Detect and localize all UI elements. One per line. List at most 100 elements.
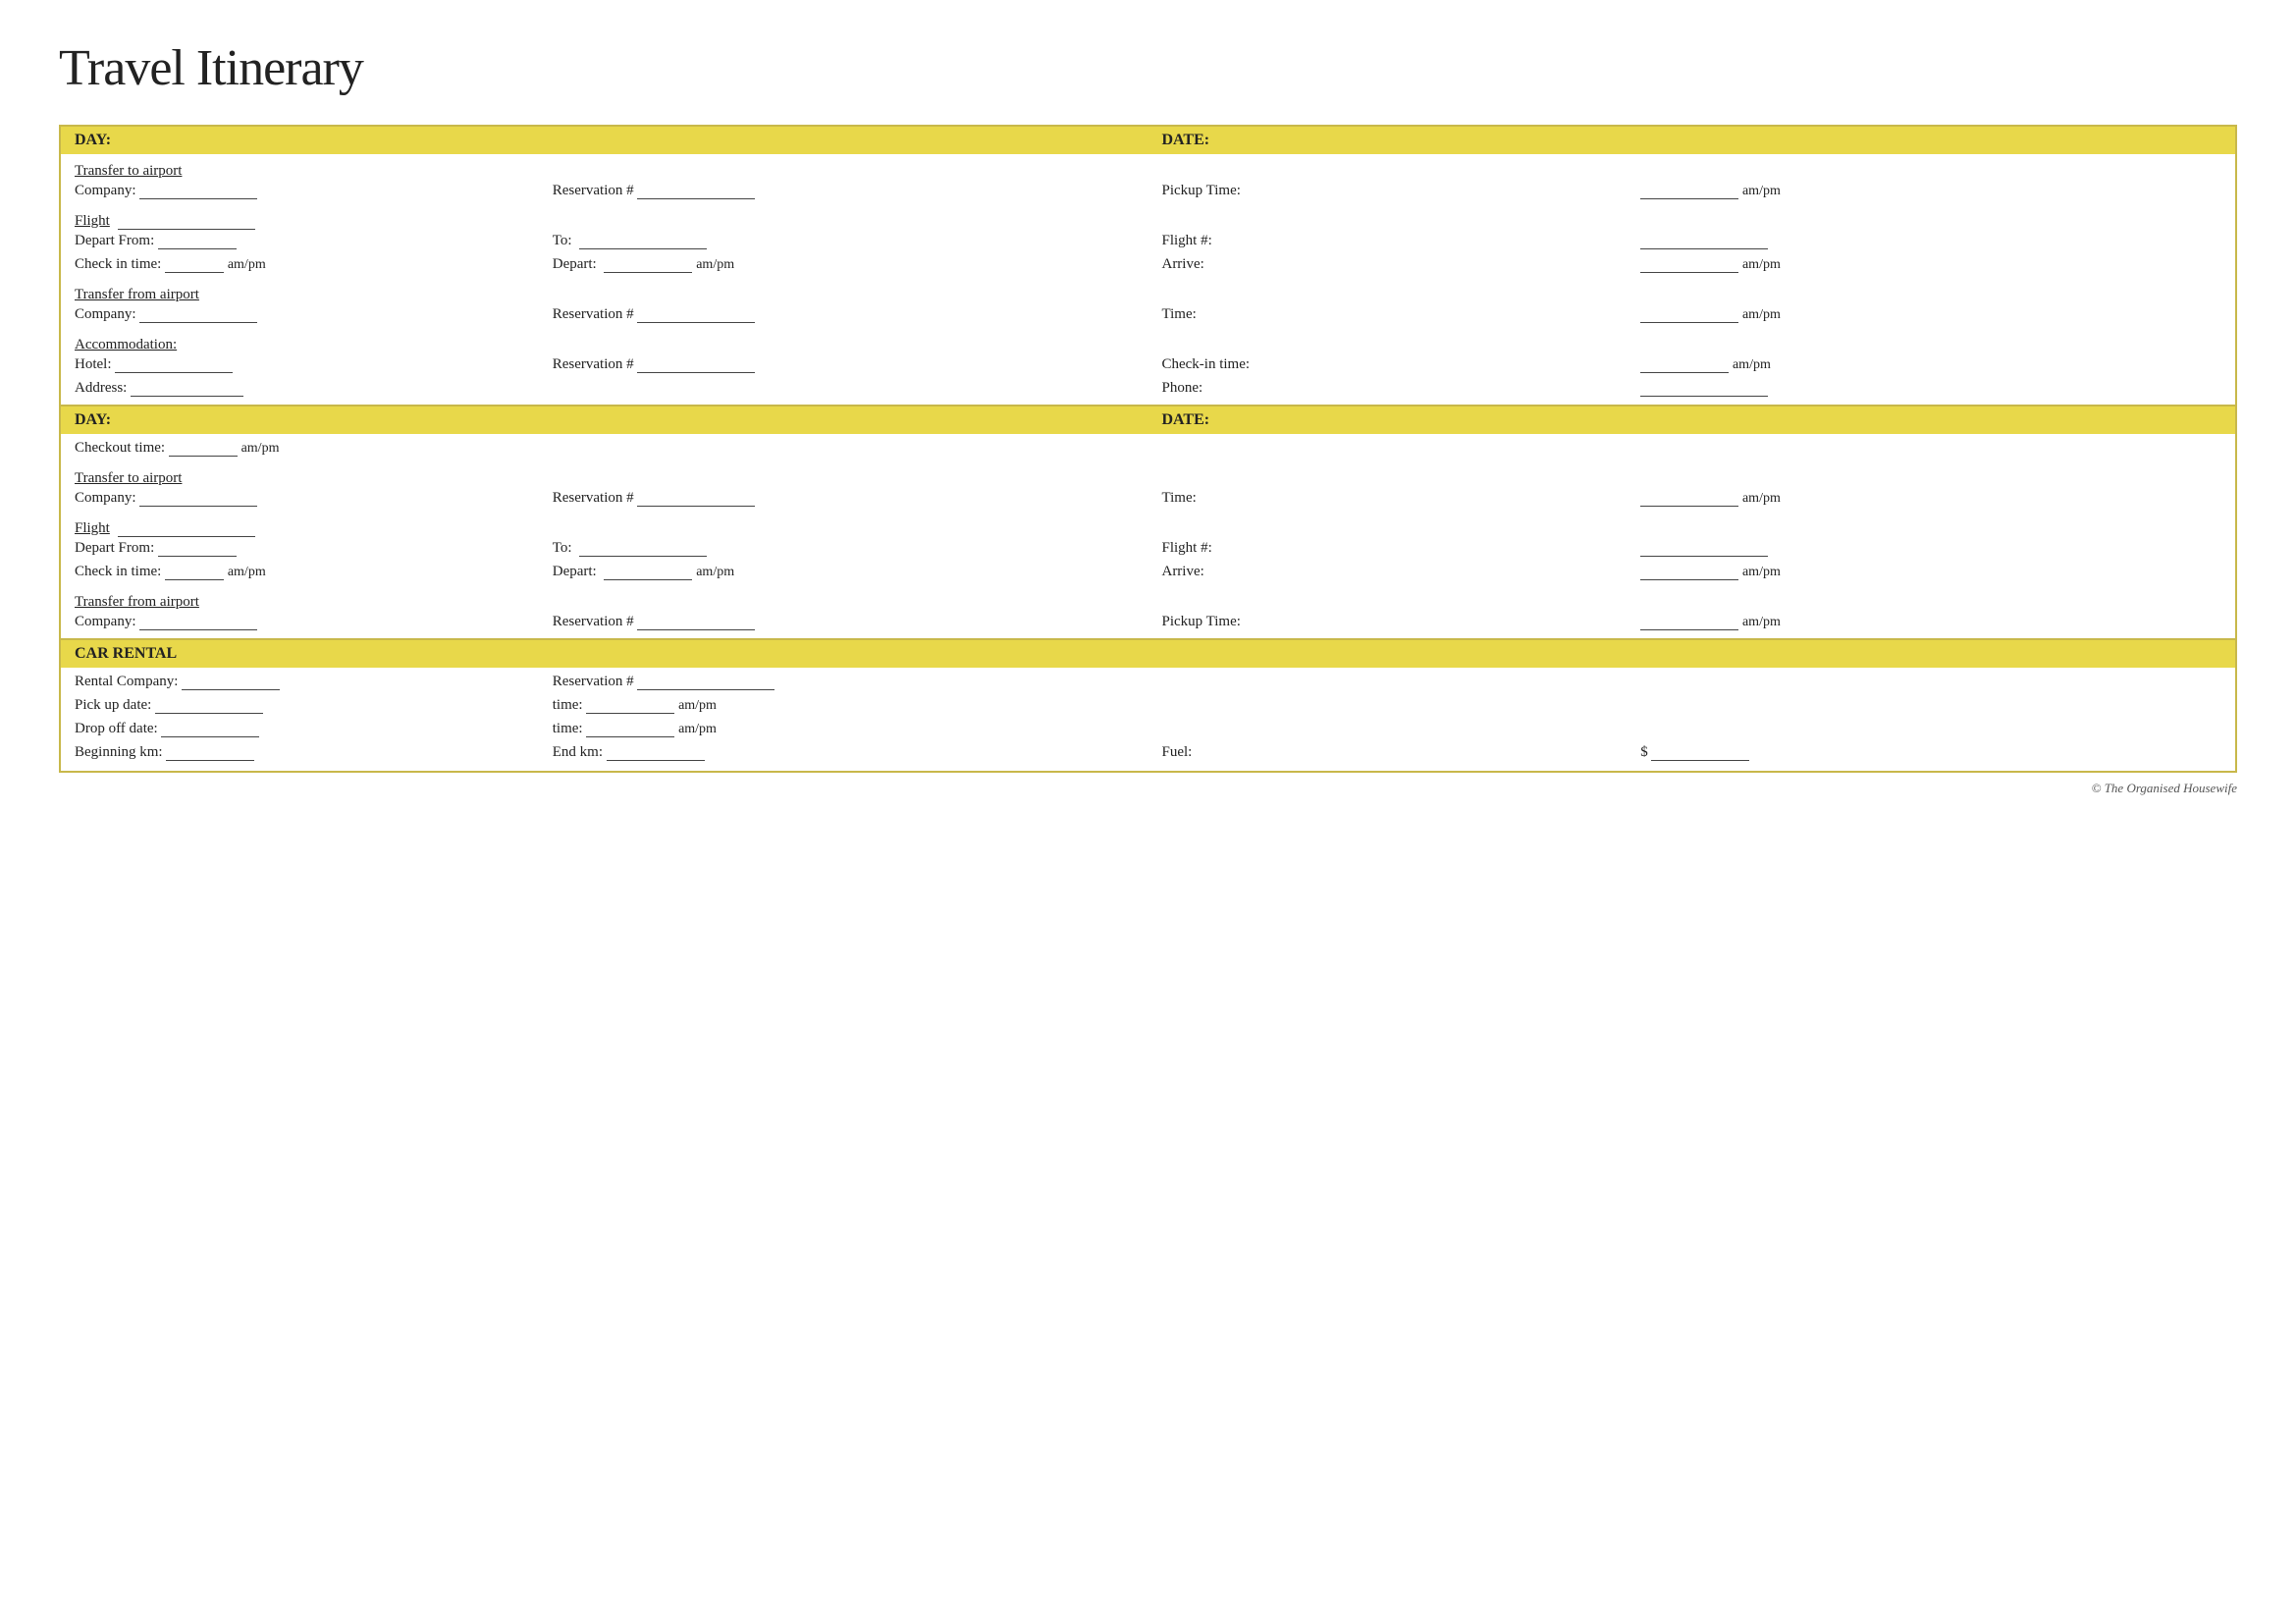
to-field-2[interactable]: [579, 540, 707, 557]
reservation-field-1[interactable]: [637, 183, 755, 199]
depart-from-label-1: Depart From:: [75, 233, 154, 248]
dropoff-date-label: Drop off date:: [75, 721, 158, 736]
pickup-time-label-1: Pickup Time:: [1161, 183, 1240, 198]
flight-label-1: Flight: [75, 213, 110, 229]
reservation-label-3: Reservation #: [553, 356, 634, 372]
rental-company-label: Rental Company:: [75, 674, 178, 689]
arrive-label-2: Arrive:: [1161, 564, 1203, 579]
reservation-label-4: Reservation #: [553, 490, 634, 506]
checkin-label-2: Check in time:: [75, 564, 161, 579]
depart-label-1: Depart:: [553, 256, 597, 272]
flight-num-field-2[interactable]: [1640, 540, 1768, 557]
company-field-4[interactable]: [139, 614, 257, 630]
transfer-from-airport-label-row-2: Transfer from airport: [60, 585, 2236, 612]
transfer-to-airport-label-row: Transfer to airport: [60, 154, 2236, 181]
flight-name-field-2[interactable]: [118, 520, 255, 537]
flight-name-field-1[interactable]: [118, 213, 255, 230]
accommodation-label: Accommodation:: [75, 337, 177, 352]
pickup-time-field-1[interactable]: [1640, 183, 1738, 199]
flight-row2-1: Check in time: am/pm Depart: am/pm Arriv…: [60, 254, 2236, 278]
reservation-field-6[interactable]: [637, 674, 774, 690]
pickup-ampm-2: am/pm: [1742, 615, 1781, 629]
arrive-field-2[interactable]: [1640, 564, 1738, 580]
checkin-field-1[interactable]: [165, 256, 224, 273]
reservation-field-3[interactable]: [637, 356, 755, 373]
checkout-field[interactable]: [169, 440, 238, 457]
end-km-field[interactable]: [607, 744, 705, 761]
flight-label-row-2: Flight: [60, 512, 2236, 538]
beginning-km-field[interactable]: [166, 744, 254, 761]
hotel-label: Hotel:: [75, 356, 112, 372]
pickup-date-field[interactable]: [155, 697, 263, 714]
itinerary-table: DAY: DATE: Transfer to airport Company: …: [59, 125, 2237, 773]
date-label-2: DATE:: [1161, 411, 1209, 428]
reservation-field-4[interactable]: [637, 490, 755, 507]
company-field-2[interactable]: [139, 306, 257, 323]
depart-ampm-1: am/pm: [696, 257, 734, 272]
day-label-1: DAY:: [75, 132, 111, 148]
checkin-ampm-1: am/pm: [228, 257, 266, 272]
time-field-1[interactable]: [1640, 306, 1738, 323]
time-field-2[interactable]: [1640, 490, 1738, 507]
dropoff-date-field[interactable]: [161, 721, 259, 737]
transfer-from-airport-row-2: Company: Reservation # Pickup Time: am/p…: [60, 612, 2236, 639]
day-label-2: DAY:: [75, 411, 111, 428]
address-field[interactable]: [131, 380, 243, 397]
transfer-to-airport-label: Transfer to airport: [75, 163, 182, 179]
pickup-time-label-car: time:: [553, 697, 583, 713]
pickup-date-row: Pick up date: time: am/pm: [60, 695, 2236, 719]
accommodation-row2: Address: Phone:: [60, 378, 2236, 406]
depart-field-1[interactable]: [604, 256, 692, 273]
depart-ampm-2: am/pm: [696, 565, 734, 579]
car-rental-header: CAR RENTAL: [60, 639, 2236, 668]
checkout-row: Checkout time: am/pm: [60, 434, 2236, 461]
phone-field[interactable]: [1640, 380, 1768, 397]
pickup-time-field-2[interactable]: [1640, 614, 1738, 630]
checkin-time-field[interactable]: [1640, 356, 1729, 373]
transfer-to-airport-row-2: Company: Reservation # Time: am/pm: [60, 488, 2236, 512]
reservation-field-5[interactable]: [637, 614, 755, 630]
depart-field-2[interactable]: [604, 564, 692, 580]
day-header-1: DAY: DATE:: [60, 126, 2236, 154]
transfer-to-airport-row: Company: Reservation # Pickup Time: am/p…: [60, 181, 2236, 204]
company-field-1[interactable]: [139, 183, 257, 199]
hotel-field[interactable]: [115, 356, 233, 373]
flight-label-2: Flight: [75, 520, 110, 536]
arrive-label-1: Arrive:: [1161, 256, 1203, 272]
time-label-2: Time:: [1161, 490, 1196, 506]
checkin-time-label: Check-in time:: [1161, 356, 1250, 372]
arrive-field-1[interactable]: [1640, 256, 1738, 273]
transfer-from-airport-label-row-1: Transfer from airport: [60, 278, 2236, 304]
page-title: Travel Itinerary: [59, 39, 2237, 97]
to-field-1[interactable]: [579, 233, 707, 249]
reservation-label-5: Reservation #: [553, 614, 634, 629]
pickup-time-field-car[interactable]: [586, 697, 674, 714]
arrive-ampm-1: am/pm: [1742, 257, 1781, 272]
fuel-field[interactable]: [1651, 744, 1749, 761]
depart-from-field-2[interactable]: [158, 540, 237, 557]
flight-num-field-1[interactable]: [1640, 233, 1768, 249]
reservation-label-2: Reservation #: [553, 306, 634, 322]
dropoff-date-row: Drop off date: time: am/pm: [60, 719, 2236, 742]
depart-from-field-1[interactable]: [158, 233, 237, 249]
company-field-3[interactable]: [139, 490, 257, 507]
pickup-ampm-1: am/pm: [1742, 184, 1781, 198]
rental-company-field[interactable]: [182, 674, 280, 690]
dropoff-time-field-car[interactable]: [586, 721, 674, 737]
accommodation-row1: Hotel: Reservation # Check-in time: am/p…: [60, 354, 2236, 378]
flight-row1-2: Depart From: To: Flight #:: [60, 538, 2236, 562]
pickup-time-ampm-car: am/pm: [678, 698, 717, 713]
time-ampm-2: am/pm: [1742, 491, 1781, 506]
checkin-label-1: Check in time:: [75, 256, 161, 272]
to-label-2: To:: [553, 540, 572, 556]
time-ampm-1: am/pm: [1742, 307, 1781, 322]
flight-row1-1: Depart From: To: Flight #:: [60, 231, 2236, 254]
reservation-label-1: Reservation #: [553, 183, 634, 198]
pickup-date-label: Pick up date:: [75, 697, 151, 713]
company-label-4: Company:: [75, 614, 136, 629]
company-label-1: Company:: [75, 183, 136, 198]
checkout-label: Checkout time:: [75, 440, 165, 456]
checkin-field-2[interactable]: [165, 564, 224, 580]
flight-num-label-1: Flight #:: [1161, 233, 1211, 248]
reservation-field-2[interactable]: [637, 306, 755, 323]
